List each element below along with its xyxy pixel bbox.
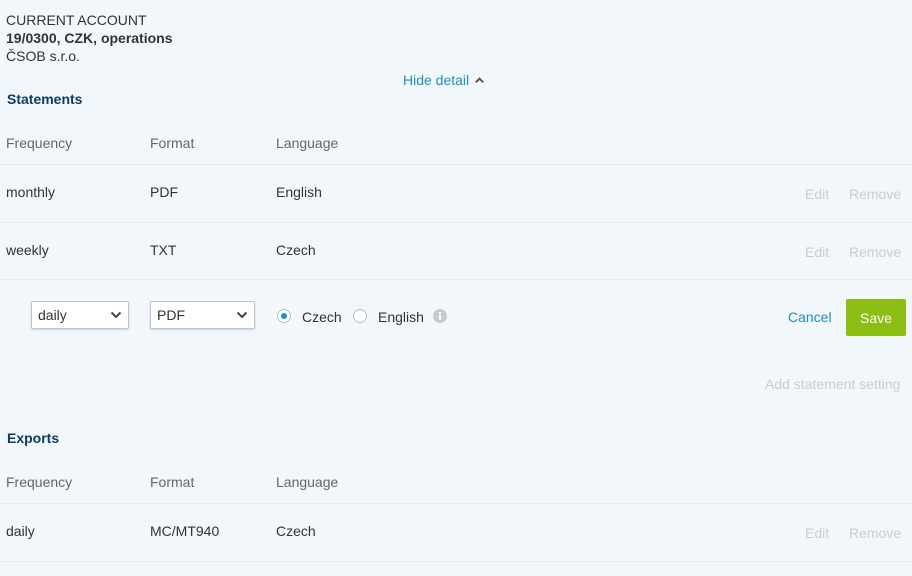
hide-detail-link[interactable]: Hide detail (403, 72, 485, 88)
account-owner: ČSOB s.r.o. (6, 48, 80, 64)
account-info: CURRENT ACCOUNT 19/0300, CZK, operations… (6, 11, 173, 65)
exports-title: Exports (7, 430, 60, 446)
edit-button[interactable]: Edit (805, 525, 829, 541)
row-frequency: daily (6, 523, 35, 539)
language-radio-czech[interactable] (277, 309, 291, 323)
statements-header-format: Format (150, 135, 195, 151)
divider (0, 503, 912, 504)
edit-button[interactable]: Edit (805, 244, 829, 260)
chevron-down-icon (110, 311, 122, 319)
exports-header-format: Format (150, 474, 195, 490)
language-radio-english-label[interactable]: English (378, 309, 424, 325)
frequency-select-value: daily (38, 307, 67, 323)
divider (0, 279, 912, 280)
row-language: Czech (276, 242, 316, 258)
save-button[interactable]: Save (846, 299, 906, 336)
account-type: CURRENT ACCOUNT (6, 12, 147, 28)
row-format: TXT (150, 242, 177, 258)
statements-header-frequency: Frequency (6, 135, 73, 151)
divider (0, 561, 912, 562)
row-frequency: weekly (6, 242, 49, 258)
remove-button[interactable]: Remove (849, 244, 901, 260)
remove-button[interactable]: Remove (849, 525, 901, 541)
account-number: 19/0300, CZK, operations (6, 30, 173, 46)
frequency-select[interactable]: daily (31, 301, 129, 329)
format-select-value: PDF (157, 307, 185, 323)
add-statement-setting-button[interactable]: Add statement setting (765, 376, 900, 392)
exports-header-frequency: Frequency (6, 474, 73, 490)
divider (0, 164, 912, 165)
exports-header-language: Language (276, 474, 339, 490)
remove-button[interactable]: Remove (849, 186, 901, 202)
language-radio-english[interactable] (353, 309, 367, 323)
chevron-up-icon (475, 76, 485, 83)
row-language: English (276, 184, 322, 200)
divider (0, 222, 912, 223)
info-icon[interactable] (433, 309, 447, 323)
edit-button[interactable]: Edit (805, 186, 829, 202)
row-format: PDF (150, 184, 178, 200)
cancel-button[interactable]: Cancel (788, 309, 832, 325)
hide-detail-label: Hide detail (403, 72, 470, 88)
row-format: MC/MT940 (150, 523, 220, 539)
format-select[interactable]: PDF (150, 301, 255, 329)
statements-title: Statements (7, 91, 83, 107)
row-language: Czech (276, 523, 316, 539)
statements-header-language: Language (276, 135, 339, 151)
chevron-down-icon (236, 311, 248, 319)
language-radio-czech-label[interactable]: Czech (302, 309, 342, 325)
row-frequency: monthly (6, 184, 56, 200)
